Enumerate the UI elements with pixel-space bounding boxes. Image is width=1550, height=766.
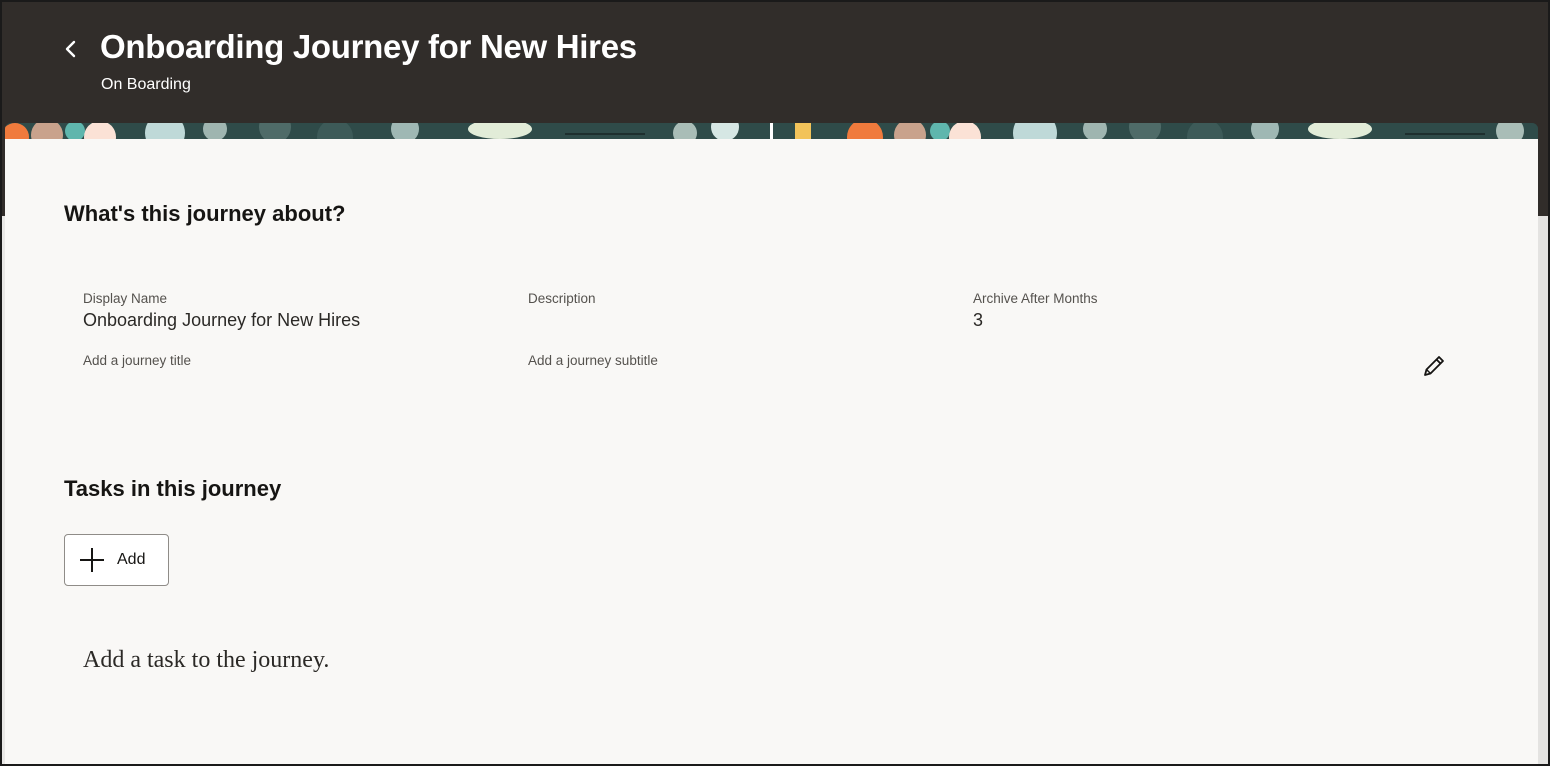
description-hint: Add a journey subtitle	[528, 353, 658, 368]
edit-journey-button[interactable]	[1418, 350, 1450, 382]
banner-pattern	[5, 123, 1538, 139]
vertical-scrollbar[interactable]	[1538, 216, 1548, 764]
app-window: Onboarding Journey for New Hires On Boar…	[0, 0, 1550, 766]
chevron-left-icon	[65, 40, 76, 58]
display-name-hint: Add a journey title	[83, 353, 192, 368]
archive-months-label: Archive After Months	[973, 291, 1098, 306]
empty-tasks-message: Add a task to the journey.	[83, 647, 330, 673]
display-name-value: Onboarding Journey for New Hires	[83, 310, 361, 330]
add-task-button[interactable]: Add	[64, 534, 169, 586]
decorative-banner	[5, 123, 1538, 139]
about-section-heading: What's this journey about?	[64, 201, 346, 226]
pencil-icon	[1424, 356, 1444, 376]
display-name-label: Display Name	[83, 291, 168, 306]
add-task-label: Add	[117, 551, 146, 568]
description-label: Description	[528, 291, 596, 306]
page-title: Onboarding Journey for New Hires	[100, 28, 637, 65]
archive-months-value: 3	[973, 310, 984, 330]
back-button[interactable]	[58, 34, 84, 64]
tasks-section-heading: Tasks in this journey	[64, 476, 282, 501]
page-subtitle: On Boarding	[101, 76, 191, 93]
plus-icon	[80, 548, 104, 572]
